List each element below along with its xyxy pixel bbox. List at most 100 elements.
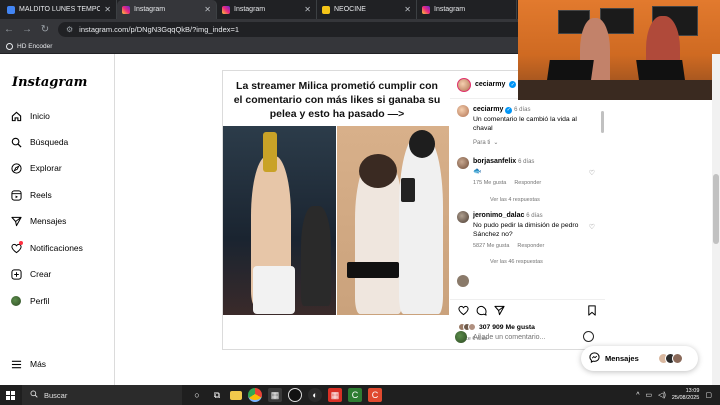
comment-like-heart-icon[interactable]: ♡ [589, 169, 595, 178]
neocine-icon [322, 5, 330, 14]
home-icon [10, 110, 22, 122]
nav-notificaciones[interactable]: Notificaciones [10, 241, 83, 254]
obs-icon[interactable] [288, 388, 302, 402]
nav-explorar[interactable]: Explorar [10, 162, 62, 174]
task-view-icon[interactable]: ⧉ [210, 388, 224, 402]
view-replies[interactable]: Ver las 4 respuestas [490, 197, 540, 203]
comments-scrollbar[interactable] [601, 101, 604, 241]
app-red-c-icon[interactable]: C [368, 388, 382, 402]
nav-busqueda[interactable]: Búsqueda [10, 136, 68, 148]
camtasia-icon[interactable]: C [348, 388, 362, 402]
taskbar-clock[interactable]: 13:09 25/08/2025 [672, 388, 700, 402]
bookmark-hd-encoder[interactable]: HD Encoder [17, 43, 52, 50]
commenter-username[interactable]: jeronimo_dalac [473, 212, 524, 219]
forward-arrow-icon[interactable]: → [22, 24, 32, 35]
comment-likes[interactable]: 5827 Me gusta [473, 242, 509, 251]
comment-text: 🐟 [473, 168, 482, 175]
messages-pill[interactable]: Mensajes [581, 346, 698, 371]
nav-label: Más [30, 359, 47, 369]
system-tray: ^ ▭ ◁) 13:09 25/08/2025 ▢ [636, 385, 712, 405]
save-bookmark-icon[interactable] [587, 305, 597, 319]
taskbar-search[interactable]: Buscar [22, 385, 182, 405]
comment-bubble-icon[interactable] [476, 305, 487, 319]
search-icon [30, 390, 38, 400]
desk [518, 80, 720, 100]
author-username[interactable]: ceciarmy [475, 81, 505, 88]
comment-likes[interactable]: 175 Me gusta [473, 179, 506, 188]
nav-label: Explorar [30, 163, 62, 173]
volume-icon[interactable]: ◁) [658, 391, 666, 399]
author-avatar[interactable] [457, 77, 471, 92]
tab-maldito-lunes[interactable]: MALDITO LUNES TEMPORA ✕ [2, 0, 117, 19]
emoji-icon[interactable] [583, 331, 594, 342]
tab-label: Instagram [234, 6, 266, 13]
windows-logo-icon [5, 390, 15, 400]
tab-instagram-active[interactable]: Instagram ✕ [117, 0, 217, 19]
chrome-icon[interactable] [248, 388, 262, 402]
notification-dot [19, 241, 23, 245]
reload-icon[interactable]: ↻ [40, 24, 50, 35]
nav-mas[interactable]: Más [10, 358, 46, 370]
post-card: La streamer Milica prometió cumplir con … [222, 70, 605, 350]
media-player-icon[interactable]: ◐ [308, 388, 322, 402]
contact-avatar [671, 353, 683, 364]
cortana-circle-icon[interactable]: ○ [190, 388, 204, 402]
chevron-up-icon[interactable]: ^ [636, 392, 639, 399]
add-comment-row: Añade un comentario... [455, 327, 603, 347]
nav-crear[interactable]: Crear [10, 268, 51, 280]
post-media[interactable]: La streamer Milica prometió cumplir con … [223, 71, 449, 316]
compass-icon [10, 162, 22, 174]
page-scrollbar[interactable] [712, 54, 720, 385]
instagram-logo[interactable]: Instagram [12, 75, 87, 90]
globe-icon [6, 43, 13, 50]
commenter-avatar[interactable] [457, 211, 469, 223]
close-icon[interactable]: ✕ [104, 5, 111, 14]
comment-like-heart-icon[interactable]: ♡ [589, 223, 595, 232]
close-icon[interactable]: ✕ [404, 5, 411, 14]
file-explorer-icon[interactable] [230, 390, 242, 400]
commenter-avatar[interactable] [457, 275, 469, 287]
calculator-icon[interactable]: ▦ [268, 388, 282, 402]
network-icon[interactable]: ▭ [646, 391, 653, 399]
verified-badge-icon: ✓ [505, 107, 513, 114]
nav-perfil[interactable]: Perfil [10, 295, 49, 307]
instagram-icon [122, 5, 130, 14]
like-heart-icon[interactable] [458, 305, 469, 319]
comments-list: ceciarmy ✓ 6 días Un comentario le cambi… [450, 101, 602, 296]
start-button[interactable] [0, 385, 20, 405]
search-icon [10, 136, 22, 148]
nav-reels[interactable]: Reels [10, 189, 52, 201]
caption-author[interactable]: ceciarmy [473, 106, 503, 113]
windows-taskbar: Buscar ○ ⧉ ▦ ◐ ▦ C C ^ ▭ ◁) 13:09 25/08/… [0, 385, 720, 405]
share-send-icon[interactable] [494, 305, 505, 319]
author-avatar[interactable] [457, 105, 469, 117]
nav-label: Reels [30, 190, 52, 200]
nav-mensajes[interactable]: Mensajes [10, 215, 66, 227]
tab-instagram-3[interactable]: Instagram [417, 0, 517, 19]
notification-center-icon[interactable]: ▢ [705, 391, 712, 399]
search-label: Buscar [44, 390, 68, 400]
commenter-avatar[interactable] [457, 157, 469, 169]
tab-neocine[interactable]: NEOCINE ✕ [317, 0, 417, 19]
site-info-icon[interactable]: ⚙ [66, 25, 73, 34]
reply-button[interactable]: Responder [514, 179, 541, 188]
reply-button[interactable]: Responder [517, 242, 544, 251]
nav-inicio[interactable]: Inicio [10, 110, 50, 122]
comment-input[interactable]: Añade un comentario... [473, 334, 545, 341]
hamburger-menu-icon [10, 358, 22, 370]
replies-label: Ver las 46 respuestas [490, 259, 543, 265]
commenter-username[interactable]: borjasanfelix [473, 158, 516, 165]
tab-label: Instagram [434, 6, 466, 13]
close-icon[interactable]: ✕ [204, 5, 211, 14]
tab-instagram-2[interactable]: Instagram ✕ [217, 0, 317, 19]
clock-time: 13:09 [685, 388, 700, 394]
webcam-overlay [518, 0, 720, 100]
tab-label: Instagram [134, 6, 166, 13]
address-bar[interactable]: ⚙ instagram.com/p/DNgN3GqqQkB/?img_index… [58, 22, 528, 37]
app-red-grid-icon[interactable]: ▦ [328, 388, 342, 402]
close-icon[interactable]: ✕ [304, 5, 311, 14]
caption-text: Un comentario le cambió la vida al chava… [473, 116, 577, 132]
back-arrow-icon[interactable]: ← [4, 24, 14, 35]
view-replies[interactable]: Ver las 46 respuestas [490, 259, 543, 265]
see-translation-link[interactable]: Para ti ⌄ [473, 139, 595, 148]
